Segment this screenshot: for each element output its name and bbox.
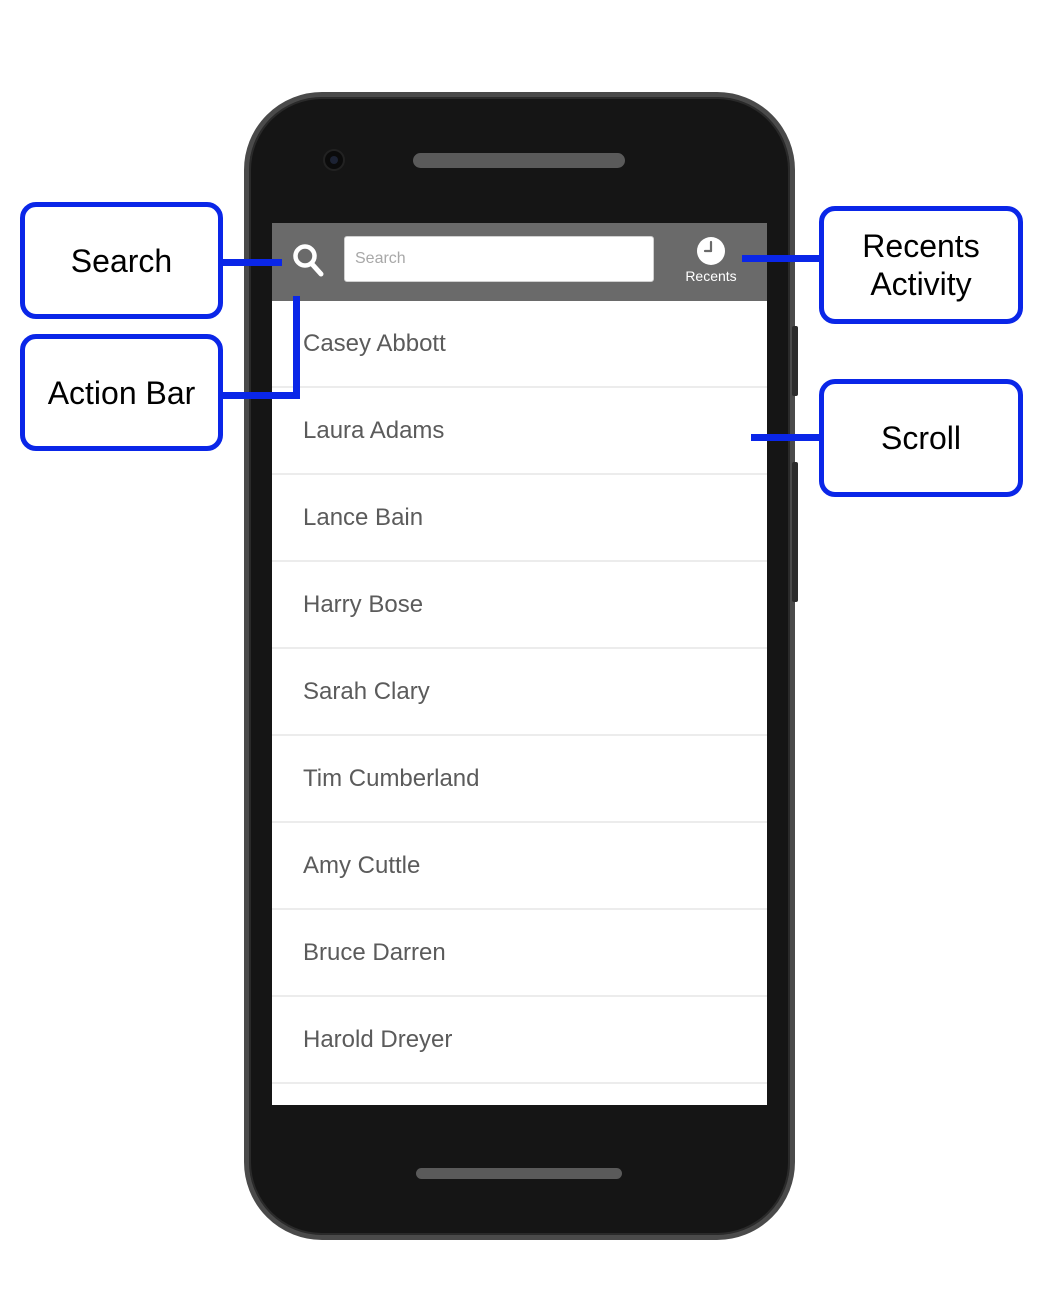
recents-label: Recents [685, 268, 737, 284]
speaker-grille [413, 153, 625, 168]
contact-item[interactable]: Laura Adams [272, 388, 767, 475]
search-connector [220, 259, 282, 266]
recents-button[interactable]: Recents [672, 236, 750, 292]
contact-item[interactable]: Casey Abbott [272, 301, 767, 388]
scroll-callout-label: Scroll [880, 420, 961, 456]
volume-button [792, 462, 798, 602]
power-button [792, 326, 798, 396]
action-bar-callout: Action Bar [20, 334, 223, 451]
contact-item[interactable]: Lance Bain [272, 475, 767, 562]
home-bar [416, 1168, 622, 1179]
recents-activity-callout-label: Recents Activity [862, 228, 980, 302]
scroll-callout: Scroll [819, 379, 1023, 497]
search-callout-label: Search [70, 242, 173, 279]
contact-item[interactable]: Harold Dreyer [272, 997, 767, 1084]
search-input[interactable] [344, 236, 654, 282]
action-bar-connector-vertical [293, 296, 300, 399]
contact-item[interactable]: Sarah Clary [272, 649, 767, 736]
action-bar-callout-label: Action Bar [47, 374, 196, 411]
action-bar-connector-horizontal [220, 392, 300, 399]
search-callout: Search [20, 202, 223, 319]
clock-icon [697, 237, 725, 265]
recents-connector [742, 255, 822, 262]
scroll-connector [751, 434, 822, 441]
contact-list[interactable]: Casey Abbott Laura Adams Lance Bain Harr… [272, 301, 767, 1084]
contact-item[interactable]: Harry Bose [272, 562, 767, 649]
front-camera [325, 151, 343, 169]
recents-activity-callout: Recents Activity [819, 206, 1023, 324]
search-icon[interactable] [292, 243, 324, 277]
phone-screen: Recents Casey Abbott Laura Adams Lance B… [272, 223, 767, 1105]
contact-item[interactable]: Tim Cumberland [272, 736, 767, 823]
action-bar: Recents [272, 223, 767, 301]
contact-item[interactable]: Bruce Darren [272, 910, 767, 997]
contact-item[interactable]: Amy Cuttle [272, 823, 767, 910]
